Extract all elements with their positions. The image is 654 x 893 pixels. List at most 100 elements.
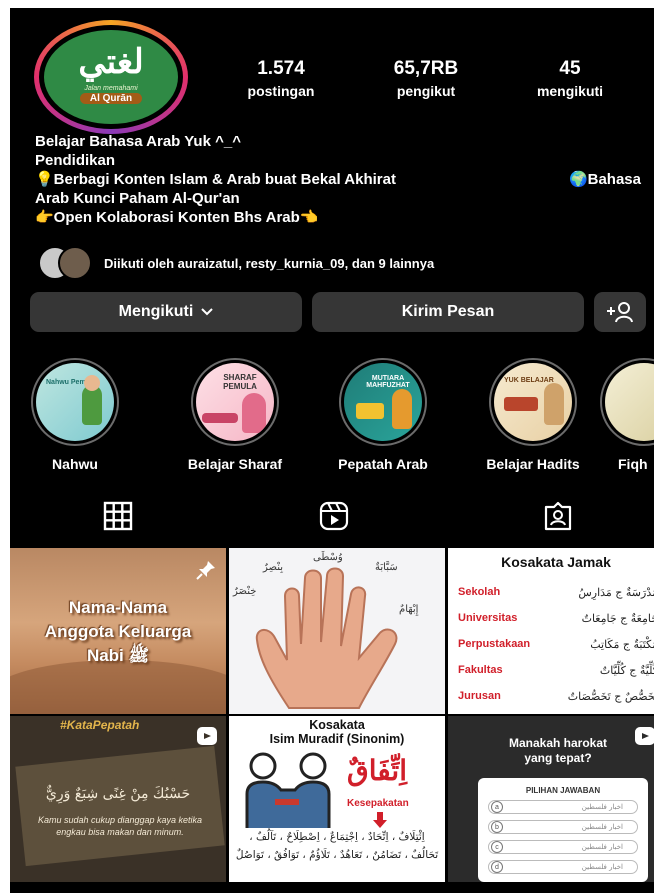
highlight-cover-text: YUK BELAJAR xyxy=(504,377,554,384)
followers-count-value: 65,7RB xyxy=(393,58,459,79)
synonym-list: اِئْتِلَافٌ ، اِتِّحَادٌ ، اِجْتِمَاعٌ ،… xyxy=(235,831,439,861)
reels-icon xyxy=(635,727,654,745)
post-title-line: Kosakata xyxy=(309,718,365,732)
option-text: اخبار فلسطين xyxy=(581,803,623,811)
mutual-followers[interactable]: Diikuti oleh auraizatul, resty_kurnia_09… xyxy=(38,246,434,280)
highlight-cover xyxy=(605,363,654,441)
suggest-people-button[interactable] xyxy=(594,292,646,332)
posts-count[interactable]: 1.574 postingan xyxy=(232,58,330,99)
highlight-cover: Nahwu Pemula xyxy=(36,363,114,441)
post-tile-plural-vocab[interactable]: Kosakata Jamak Sekolah مَدْرَسَةٌ ج مَدَ… xyxy=(448,548,654,714)
vocab-ar: تَخَصُّصٌ ج تَخَصُّصَاتٌ xyxy=(567,690,654,703)
reels-icon xyxy=(197,727,217,745)
bio-line-2: Arab Kunci Paham Al-Qur'an xyxy=(35,190,240,207)
finger-label: بِنْصِرٌ xyxy=(263,562,283,573)
vocab-row: Universitas جَامِعَةٌ ج جَامِعَاتٌ xyxy=(458,612,654,625)
vocab-id: Fakultas xyxy=(458,664,503,676)
vocab-id: Jurusan xyxy=(458,690,501,702)
finger-label: سَبَّابَةٌ xyxy=(375,562,398,573)
message-button-label: Kirim Pesan xyxy=(401,303,495,320)
following-count-value: 45 xyxy=(559,58,581,79)
followers-count[interactable]: 65,7RB pengikut xyxy=(378,58,474,99)
profile-name: Belajar Bahasa Arab Yuk ^_^ xyxy=(35,133,241,150)
tab-reels[interactable] xyxy=(316,498,352,534)
finger-label: إِبْهَامٌ xyxy=(399,604,419,615)
arrow-down-icon xyxy=(373,812,387,828)
vocab-ar: مَدْرَسَةٌ ج مَدَارِسُ xyxy=(578,586,654,599)
proverb-arabic: حَسْبُكَ مِنْ غِنًى شِبَعٌ وَرِيٌّ xyxy=(45,786,191,802)
highlight-ring: Nahwu Pemula xyxy=(31,358,119,446)
highlight-ring: SHARAF PEMULA xyxy=(191,358,279,446)
profile-bio: Belajar Bahasa Arab Yuk ^_^ Pendidikan 💡… xyxy=(35,132,654,227)
vocab-ar: مَكْتَبَةٌ ج مَكَاتِبُ xyxy=(590,638,654,651)
highlight-ring: MUTIARA MAHFUZHAT xyxy=(339,358,427,446)
highlight-label: Belajar Sharaf xyxy=(187,456,283,472)
option-letter: d xyxy=(491,861,503,873)
post-title: Kosakata Isim Muradif (Sinonim) xyxy=(229,718,445,746)
quiz-card: PILIHAN JAWABAN a اخبار فلسطين b اخبار فلس… xyxy=(478,778,648,882)
post-tile-proverb[interactable]: #KataPepatah حَسْبُكَ مِنْ غِنًى شِبَعٌ … xyxy=(10,716,226,882)
following-count[interactable]: 45 mengikuti xyxy=(520,58,620,99)
profile-category: Pendidikan xyxy=(35,152,116,169)
highlight-cover: SHARAF PEMULA xyxy=(196,363,274,441)
tab-posts-grid[interactable] xyxy=(100,498,136,534)
post-title: Nama-Nama Anggota Keluarga Nabi ﷺ xyxy=(10,596,226,668)
highlight-label: Belajar Hadits xyxy=(486,456,580,472)
vocab-ar: كُلِّيَّةٌ ج كُلِّيَّاتٌ xyxy=(599,664,654,677)
vocab-ar: جَامِعَةٌ ج جَامِعَاتٌ xyxy=(581,612,654,625)
following-count-label: mengikuti xyxy=(536,83,604,99)
quiz-option: b اخبار فلسطين xyxy=(488,820,638,834)
vocab-row: Fakultas كُلِّيَّةٌ ج كُلِّيَّاتٌ xyxy=(458,664,654,677)
following-button[interactable]: Mengikuti xyxy=(30,292,302,332)
avatar-logo: لغتي Jalan memahami Al Qurān xyxy=(44,30,178,124)
post-hashtag: #KataPepatah xyxy=(60,718,140,732)
post-tile-family-names[interactable]: Nama-Nama Anggota Keluarga Nabi ﷺ xyxy=(10,548,226,714)
avatar-logo-text: لغتي xyxy=(78,41,144,82)
profile-avatar[interactable]: لغتي Jalan memahami Al Qurān xyxy=(34,20,188,134)
option-text: اخبار فلسطين xyxy=(581,843,623,851)
highlight-label: Fiqh xyxy=(618,456,648,472)
highlight-ring xyxy=(600,358,654,446)
highlight-hadits[interactable]: YUK BELAJAR Belajar Hadits xyxy=(468,358,598,472)
finger-label: وُسْطَى xyxy=(313,552,343,563)
highlight-fiqh[interactable]: Fiqh xyxy=(600,358,654,472)
highlight-label: Nahwu xyxy=(52,456,98,472)
finger-label: خِنْصَرٌ xyxy=(233,586,257,597)
bio-line-3: 👉Open Kolaborasi Konten Bhs Arab👈 xyxy=(35,209,319,226)
option-text: اخبار فلسطين xyxy=(581,863,623,871)
post-tile-finger-names[interactable]: بِنْصِرٌ وُسْطَى سَبَّابَةٌ خِنْصَرٌ إِب… xyxy=(229,548,445,714)
highlight-label: Pepatah Arab xyxy=(338,456,428,472)
highlight-sharaf[interactable]: SHARAF PEMULA Belajar Sharaf xyxy=(170,358,300,472)
proverb-translation: Kamu sudah cukup dianggap kaya ketika en… xyxy=(37,815,203,837)
hand-illustration xyxy=(255,567,398,709)
post-tile-synonyms[interactable]: Kosakata Isim Muradif (Sinonim) اِتِّفَا… xyxy=(229,716,445,882)
chevron-down-icon xyxy=(201,308,214,316)
message-button[interactable]: Kirim Pesan xyxy=(312,292,584,332)
highlight-nahwu[interactable]: Nahwu Pemula Nahwu xyxy=(10,358,140,472)
option-letter: a xyxy=(491,801,503,813)
highlight-pepatah[interactable]: MUTIARA MAHFUZHAT Pepatah Arab xyxy=(318,358,448,472)
post-title-line: Nama-Nama xyxy=(68,598,168,617)
option-letter: c xyxy=(491,841,503,853)
posts-count-value: 1.574 xyxy=(257,58,305,79)
avatar-tagline: Jalan memahami xyxy=(84,84,138,92)
followers-count-label: pengikut xyxy=(396,83,456,99)
vocab-row: Sekolah مَدْرَسَةٌ ج مَدَارِسُ xyxy=(458,586,654,599)
tab-tagged[interactable] xyxy=(540,498,576,534)
avatar-banner: Al Qurān xyxy=(79,92,143,104)
synonym-arabic: اِتِّفَاقٌ xyxy=(347,754,407,787)
vocab-id: Sekolah xyxy=(458,586,501,598)
post-title-line: Anggota Keluarga xyxy=(44,622,192,641)
highlight-ring: YUK BELAJAR xyxy=(489,358,577,446)
handshake-illustration xyxy=(245,752,331,828)
post-tile-quiz[interactable]: Manakah harokat yang tepat? PILIHAN JAWA… xyxy=(448,716,654,882)
following-button-label: Mengikuti xyxy=(118,303,194,320)
post-title: Kosakata Jamak xyxy=(501,554,611,570)
highlight-cover: MUTIARA MAHFUZHAT xyxy=(344,363,422,441)
synonym-meaning: Kesepakatan xyxy=(347,798,409,809)
highlight-cover: YUK BELAJAR xyxy=(494,363,572,441)
tagged-icon xyxy=(544,501,572,531)
vocab-id: Perpustakaan xyxy=(458,638,531,650)
bio-line-1-left: 💡Berbagi Konten Islam & Arab buat Bekal … xyxy=(35,171,396,188)
quiz-option: c اخبار فلسطين xyxy=(488,840,638,854)
